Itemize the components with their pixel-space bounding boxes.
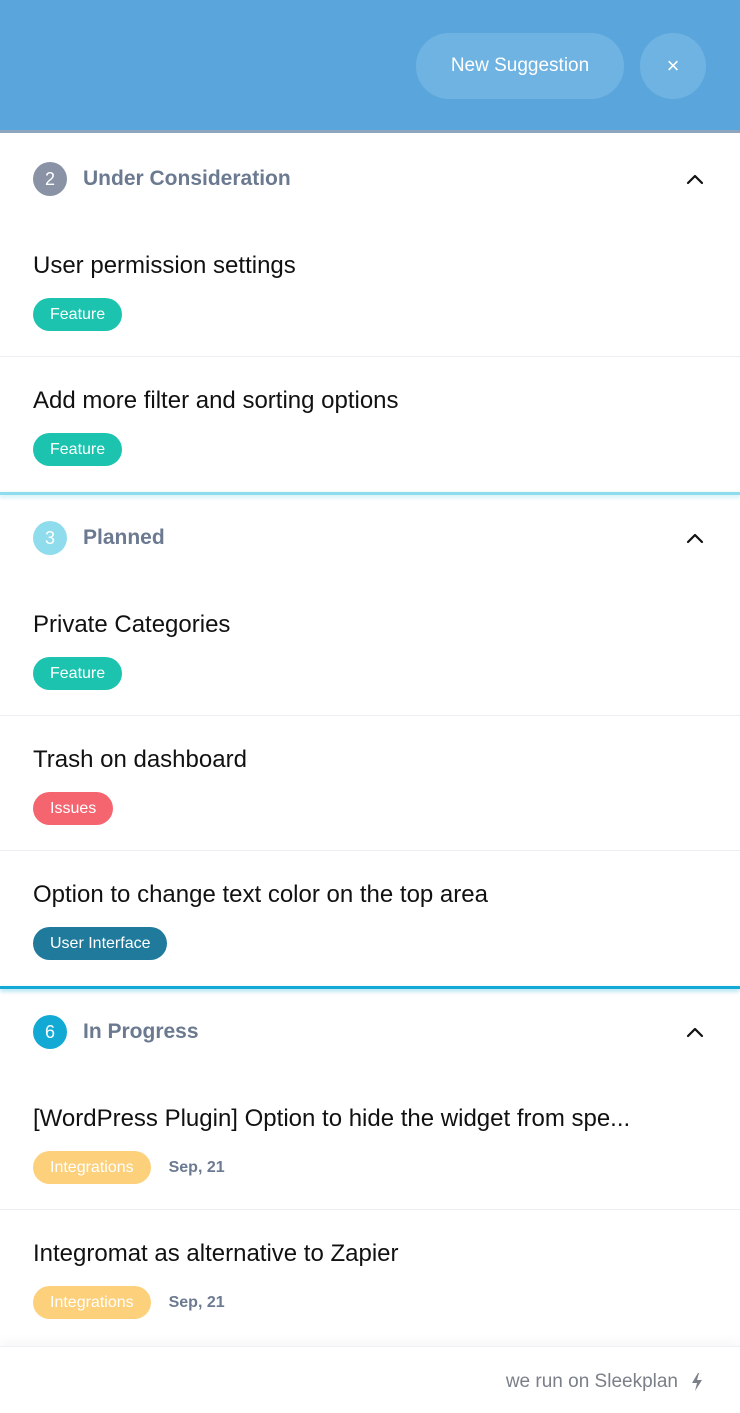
tag-badge: Feature [33, 657, 123, 690]
item-meta: Feature [33, 298, 123, 331]
list-item[interactable]: User permission settings Feature [0, 222, 740, 357]
bolt-icon [692, 1373, 702, 1391]
item-title: User permission settings [33, 252, 296, 279]
section-in-progress: 6 In Progress [WordPress Plugin] Option … [0, 989, 740, 1345]
new-suggestion-button[interactable]: New Suggestion [416, 33, 624, 99]
section-planned: 3 Planned Private Categories Feature Tra… [0, 495, 740, 986]
item-meta: Integrations Sep, 21 [33, 1151, 225, 1184]
list-item[interactable]: Add more filter and sorting options Feat… [0, 357, 740, 492]
tag-badge: User Interface [33, 927, 168, 960]
tag-badge: Feature [33, 433, 123, 466]
item-meta: Issues [33, 792, 114, 825]
count-badge: 3 [33, 521, 67, 555]
header: New Suggestion × [0, 0, 740, 133]
list-item[interactable]: Integromat as alternative to Zapier Inte… [0, 1210, 740, 1345]
section-title: Under Consideration [83, 167, 291, 190]
item-title: Private Categories [33, 611, 231, 638]
tag-badge: Issues [33, 792, 114, 825]
section-header[interactable]: 3 Planned [0, 495, 740, 581]
section-under-consideration: 2 Under Consideration User permission se… [0, 136, 740, 492]
item-meta: Feature [33, 657, 123, 690]
powered-by-link[interactable]: we run on Sleekplan [506, 1371, 678, 1393]
item-title: Trash on dashboard [33, 746, 247, 773]
section-header[interactable]: 6 In Progress [0, 989, 740, 1075]
list-item[interactable]: Trash on dashboard Issues [0, 716, 740, 851]
item-meta: Feature [33, 433, 123, 466]
chevron-up-icon[interactable] [684, 527, 706, 549]
chevron-up-icon[interactable] [684, 168, 706, 190]
close-icon: × [666, 53, 680, 78]
chevron-up-icon[interactable] [684, 1021, 706, 1043]
footer: we run on Sleekplan [0, 1346, 740, 1413]
section-header[interactable]: 2 Under Consideration [0, 136, 740, 222]
list-item[interactable]: Private Categories Feature [0, 581, 740, 716]
section-title: In Progress [83, 1020, 199, 1043]
roadmap-list[interactable]: 2 Under Consideration User permission se… [0, 136, 740, 1346]
tag-badge: Integrations [33, 1151, 151, 1184]
item-title: Add more filter and sorting options [33, 387, 399, 414]
item-date: Sep, 21 [168, 1158, 225, 1176]
roadmap-widget: New Suggestion × 2 Under Consideration U… [0, 0, 740, 1413]
item-meta: User Interface [33, 927, 168, 960]
close-button[interactable]: × [640, 33, 706, 99]
list-item[interactable]: Option to change text color on the top a… [0, 851, 740, 986]
item-title: Option to change text color on the top a… [33, 881, 488, 908]
count-badge: 6 [33, 1015, 67, 1049]
count-badge: 2 [33, 162, 67, 196]
section-title: Planned [83, 526, 165, 549]
item-title: Integromat as alternative to Zapier [33, 1240, 399, 1267]
tag-badge: Integrations [33, 1286, 151, 1319]
list-item[interactable]: [WordPress Plugin] Option to hide the wi… [0, 1075, 740, 1210]
tag-badge: Feature [33, 298, 123, 331]
item-title: [WordPress Plugin] Option to hide the wi… [33, 1105, 631, 1132]
item-date: Sep, 21 [168, 1293, 225, 1311]
item-meta: Integrations Sep, 21 [33, 1286, 225, 1319]
